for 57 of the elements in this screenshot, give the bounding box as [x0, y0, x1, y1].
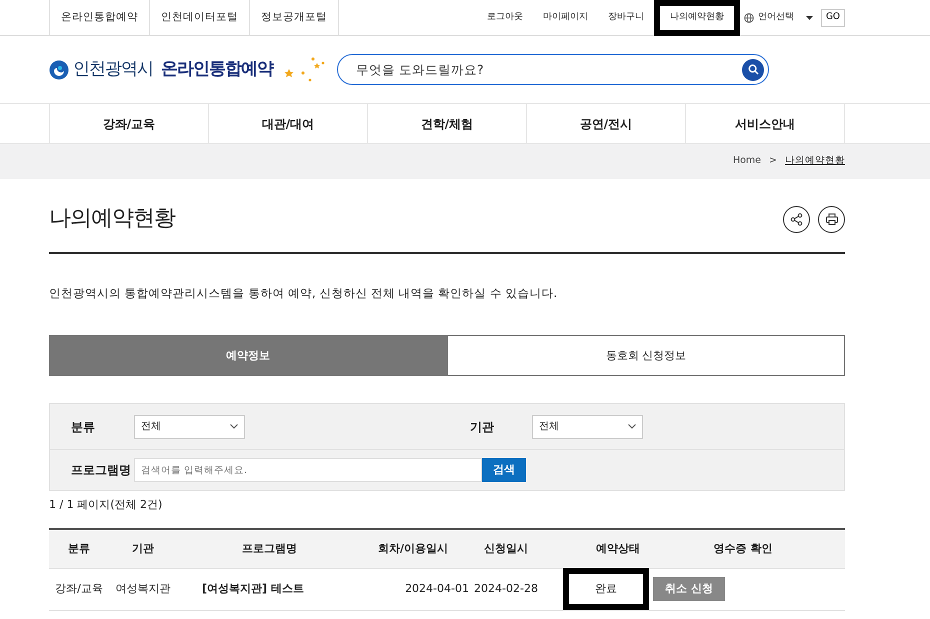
portal-link[interactable]: 정보공개포털 [250, 0, 339, 35]
filter-label: 분류 [70, 418, 96, 436]
caret-icon [806, 16, 813, 20]
search-icon [748, 64, 758, 75]
chevron-icon [230, 424, 238, 430]
menu-item[interactable]: 대관/대여 [208, 104, 367, 143]
column-header: 회차/이용일시 [376, 540, 450, 556]
breadcrumb-separator: > [769, 154, 777, 168]
logo-icon [49, 60, 69, 80]
print-icon [824, 212, 838, 226]
go-button[interactable]: GO [820, 9, 845, 27]
user-link[interactable]: 나의예약현황 [654, 0, 740, 36]
menu-item[interactable]: 서비스안내 [685, 104, 845, 143]
program-search-field[interactable]: 검색어를 입력해주세요. [134, 458, 482, 482]
stars-icon [283, 54, 327, 84]
print-button[interactable] [818, 206, 845, 232]
column-header: 프로그램명 [241, 540, 298, 556]
user-link[interactable]: 마이페이지 [532, 0, 598, 36]
select-field[interactable]: 전체 [532, 414, 643, 439]
table-cell-text: 2024-04-01 [404, 581, 469, 597]
table-cell-text: 강좌/교육 [54, 581, 104, 597]
search-field[interactable]: 무엇을 도와드릴까요? [337, 54, 769, 85]
portal-link[interactable]: 온라인통합예약 [49, 0, 150, 35]
filter-label: 프로그램명 [70, 462, 132, 480]
globe-icon [744, 13, 754, 23]
table-cell-text: [여성복지관] 테스트 [201, 581, 305, 597]
menu-item[interactable]: 강좌/교육 [49, 104, 208, 143]
cancel-button[interactable]: 취소 신청 [653, 577, 725, 602]
column-header: 예약상태 [595, 540, 641, 556]
filter-label: 기관 [470, 418, 495, 436]
share-button[interactable] [783, 206, 810, 232]
user-link[interactable]: 장바구니 [598, 0, 654, 36]
page-title: 나의예약현황 [49, 206, 175, 232]
logo-text: 온라인통합예약 [161, 58, 273, 81]
column-header: 분류 [67, 540, 91, 556]
tab[interactable]: 동호회 신청정보 [447, 335, 845, 376]
language-select[interactable]: 언어선택 [758, 0, 794, 36]
page-info: 1 / 1 페이지(전체 2건) [49, 497, 164, 514]
status-text: 완료 [563, 568, 649, 610]
share-icon [790, 212, 803, 226]
table-cell-text: 여성복지관 [114, 581, 172, 597]
column-header: 신청일시 [483, 540, 529, 556]
column-header: 영수증 확인 [712, 540, 774, 556]
column-header: 기관 [131, 540, 155, 556]
menu-item[interactable]: 견학/체험 [367, 104, 526, 143]
tab[interactable]: 예약정보 [49, 335, 447, 376]
table-cell-text: 2024-02-28 [473, 581, 539, 597]
breadcrumb-link[interactable]: 나의예약현황 [785, 154, 845, 169]
logo-text: 인천광역시 [73, 58, 153, 81]
select-field[interactable]: 전체 [134, 414, 245, 439]
portal-link[interactable]: 인천데이터포털 [150, 0, 250, 35]
chevron-icon [628, 424, 636, 430]
user-link[interactable]: 로그아웃 [476, 0, 533, 36]
menu-item[interactable]: 공연/전시 [526, 104, 685, 143]
breadcrumb-link[interactable]: Home [732, 154, 762, 169]
search-button[interactable]: 검색 [482, 458, 526, 482]
description-text: 인천광역시의 통합예약관리시스템을 통하여 예약, 신청하신 전체 내역을 확인하실 수 있습니다. [49, 285, 558, 302]
